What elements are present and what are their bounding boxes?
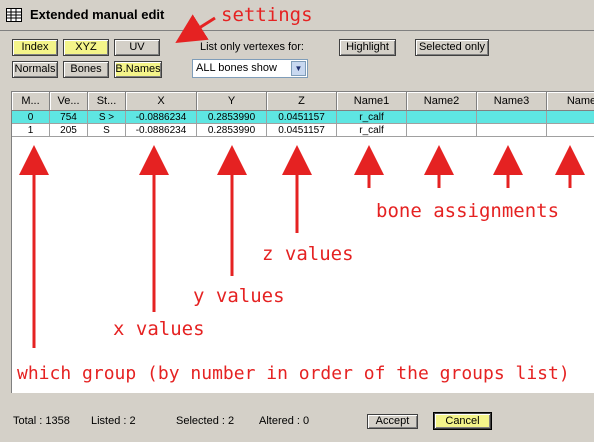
- settings-annotation: settings: [221, 4, 313, 26]
- group-annotation: which group (by number in order of the g…: [17, 363, 570, 384]
- y-values-annotation: y values: [193, 285, 285, 307]
- x-values-annotation: x values: [113, 318, 205, 340]
- listed-count: Listed : 2: [91, 415, 136, 427]
- accept-button[interactable]: Accept: [367, 414, 418, 429]
- selected-count: Selected : 2: [176, 415, 235, 427]
- bone-assignments-annotation: bone assignments: [376, 200, 560, 222]
- settings-arrow: [175, 14, 216, 43]
- altered-count: Altered : 0: [259, 415, 310, 427]
- total-count: Total : 1358: [13, 415, 70, 427]
- z-values-annotation: z values: [262, 243, 354, 265]
- cancel-button[interactable]: Cancel: [433, 412, 492, 430]
